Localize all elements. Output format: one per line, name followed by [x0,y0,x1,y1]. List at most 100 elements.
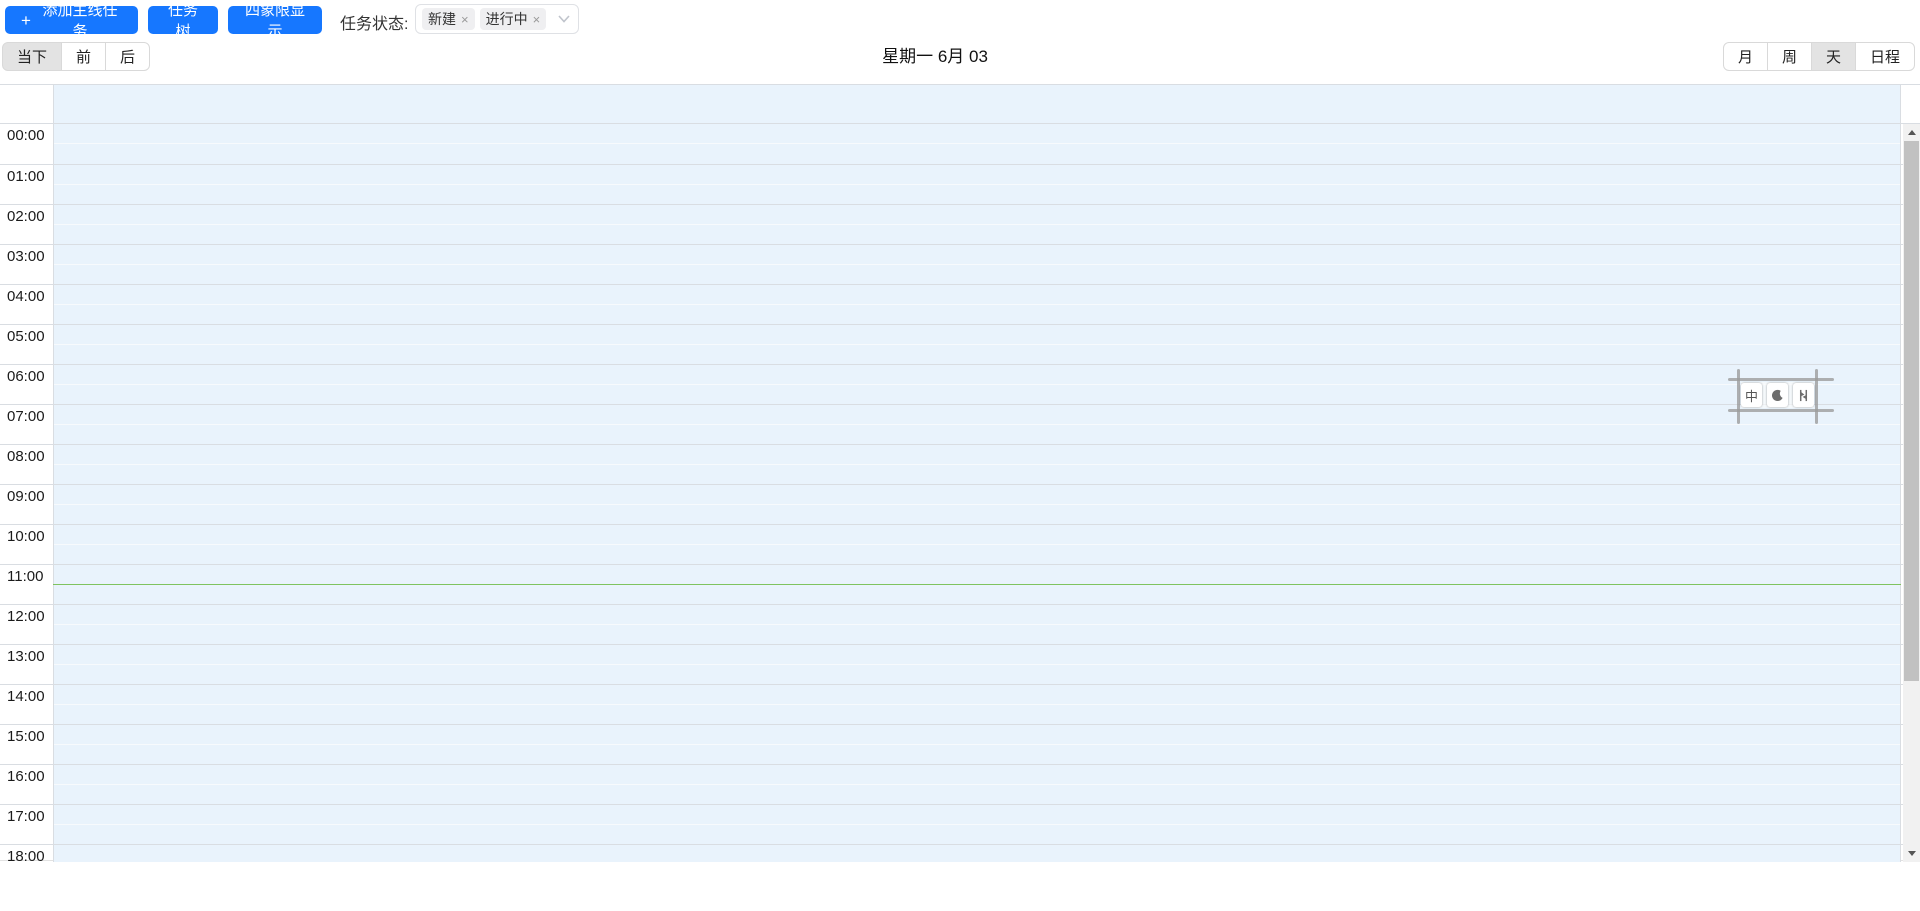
nav-button-group: 当下 前 后 [2,42,151,71]
time-slot-cell[interactable] [53,405,1901,444]
view-week-button[interactable]: 周 [1766,42,1812,71]
time-slot-cell[interactable] [53,765,1901,804]
half-hour-line [54,504,1900,505]
time-slot-cell[interactable] [53,205,1901,244]
hour-row: 05:00 [0,324,1920,364]
half-hour-line [54,424,1900,425]
add-main-task-label: 添加主线任务 [42,2,118,40]
view-day-button[interactable]: 天 [1810,42,1856,71]
scroll-down-button[interactable] [1903,845,1920,862]
time-slot-cell[interactable] [53,525,1901,564]
hour-row: 17:00 [0,804,1920,844]
hour-row: 01:00 [0,164,1920,204]
time-slot-cell[interactable] [53,805,1901,844]
time-slot-cell[interactable] [53,285,1901,324]
half-hour-line [54,344,1900,345]
half-hour-line [54,664,1900,665]
half-hour-line [54,784,1900,785]
status-tag-new[interactable]: 新建 × [422,8,475,30]
time-slot-cell[interactable] [53,485,1901,524]
now-button[interactable]: 当下 [2,42,63,71]
vertical-scrollbar[interactable] [1903,124,1920,862]
time-label: 17:00 [7,808,45,825]
time-slot-cell[interactable] [53,645,1901,684]
view-agenda-button[interactable]: 日程 [1854,42,1915,71]
chevron-down-icon [558,15,570,23]
now-indicator-line [53,584,1901,585]
hour-row: 04:00 [0,284,1920,324]
frame-stroke [1737,369,1740,424]
dark-mode-button[interactable] [1767,383,1788,407]
hour-row: 07:00 [0,404,1920,444]
day-view-calendar: 00:00 01:00 02:00 03:00 04:00 05:00 06:0… [0,84,1920,862]
remove-tag-icon[interactable]: × [461,13,469,26]
time-slot-cell[interactable] [53,165,1901,204]
time-slot-cell[interactable] [53,685,1901,724]
hour-row: 06:00 [0,364,1920,404]
time-slot-cell[interactable] [53,605,1901,644]
top-toolbar: + 添加主线任务 任务树 四象限显示 任务状态: 新建 × 进行中 × [0,0,1920,41]
quadrant-display-button[interactable]: 四象限显示 [228,2,322,40]
add-main-task-button[interactable]: + 添加主线任务 [5,2,138,40]
prev-button[interactable]: 前 [61,42,107,71]
time-label: 05:00 [7,328,45,345]
view-month-button[interactable]: 月 [1722,42,1768,71]
time-label: 18:00 [7,848,45,862]
toggle-button[interactable] [1793,383,1814,407]
time-label: 15:00 [7,728,45,745]
hour-row: 18:00 [0,844,1920,862]
hour-row: 02:00 [0,204,1920,244]
scroll-up-button[interactable] [1903,124,1920,141]
time-slot-cell[interactable] [53,325,1901,364]
triangle-down-icon [1907,851,1916,856]
hour-row: 03:00 [0,244,1920,284]
remove-tag-icon[interactable]: × [533,13,541,26]
timegrid: 00:00 01:00 02:00 03:00 04:00 05:00 06:0… [0,124,1920,862]
time-slot-cell[interactable] [53,124,1901,164]
time-slot-cell[interactable] [53,365,1901,404]
hour-row: 00:00 [0,124,1920,164]
all-day-row [0,85,1920,124]
hour-row: 16:00 [0,764,1920,804]
calendar-title: 星期一 6月 03 [882,47,988,66]
frame-stroke [1815,369,1818,424]
chinese-translate-button[interactable]: 中 [1741,383,1762,407]
task-status-label: 任务状态: [340,16,409,33]
time-slot-cell[interactable] [53,845,1901,862]
status-tag-new-label: 新建 [428,11,456,27]
half-hour-line [54,224,1900,225]
time-label: 11:00 [7,568,44,585]
time-slot-cell[interactable] [53,725,1901,764]
time-label: 16:00 [7,768,45,785]
floating-widget: 中 [1728,369,1834,424]
timegrid-scroller: 00:00 01:00 02:00 03:00 04:00 05:00 06:0… [0,124,1920,862]
time-label: 06:00 [7,368,45,385]
half-hour-line [54,464,1900,465]
half-hour-line [54,824,1900,825]
scrollbar-thumb[interactable] [1904,141,1919,681]
widget-button-bar: 中 [1741,382,1814,408]
hour-row: 12:00 [0,604,1920,644]
status-tag-inprogress[interactable]: 进行中 × [479,8,547,30]
next-button[interactable]: 后 [105,42,151,71]
task-tree-button[interactable]: 任务树 [148,2,218,40]
all-day-cell[interactable] [53,85,1901,123]
time-slot-cell[interactable] [53,445,1901,484]
time-label: 13:00 [7,648,45,665]
time-slot-cell[interactable] [53,245,1901,284]
time-label: 04:00 [7,288,45,305]
hour-row: 10:00 [0,524,1920,564]
time-label: 02:00 [7,208,45,225]
toggle-icon [1799,389,1808,401]
half-hour-line [54,143,1900,144]
task-status-select[interactable]: 新建 × 进行中 × [415,4,579,34]
task-tree-label: 任务树 [167,2,198,40]
time-label: 09:00 [7,488,45,505]
hour-row: 08:00 [0,444,1920,484]
hour-row: 15:00 [0,724,1920,764]
view-button-group: 月 周 天 日程 [1722,42,1915,71]
moon-icon [1772,389,1783,401]
half-hour-line [54,184,1900,185]
time-label: 03:00 [7,248,45,265]
half-hour-line [54,704,1900,705]
